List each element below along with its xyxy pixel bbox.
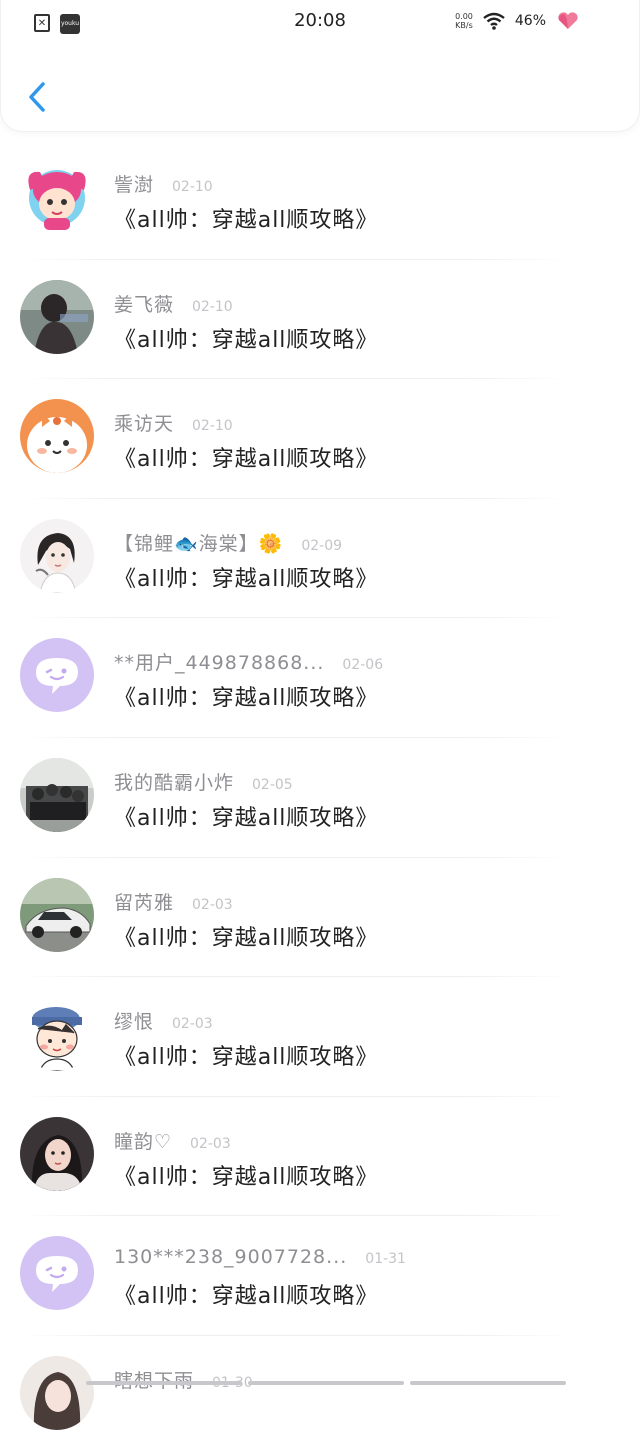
list-item-title[interactable]: 《all帅：穿越all顺攻略》 [114, 1039, 378, 1071]
list-item-date: 02-05 [252, 776, 293, 793]
avatar[interactable] [20, 757, 94, 832]
list-item-title[interactable]: 《all帅：穿越all顺攻略》 [114, 920, 378, 952]
list-item-name: 【锦鲤🐟海棠】🌼 [114, 532, 284, 555]
avatar[interactable] [20, 1116, 94, 1191]
list-item-date: 02-10 [192, 418, 233, 435]
avatar[interactable] [20, 997, 94, 1072]
list-item-date: 02-10 [172, 179, 213, 195]
avatar[interactable] [20, 399, 94, 474]
avatar[interactable] [20, 638, 94, 713]
list-item-date: 02-09 [301, 537, 343, 554]
list-item-title[interactable]: 《all帅：穿越all顺攻略》 [114, 1159, 378, 1191]
list-item[interactable]: 缪恨 02-03 《all帅：穿越all顺攻略》 [0, 977, 640, 1097]
list-item-title[interactable]: 《all帅：穿越all顺攻略》 [114, 1278, 378, 1310]
list-item-title[interactable]: 《all帅：穿越all顺攻略》 [114, 800, 378, 832]
list-item[interactable]: 乘访天 02-10 《all帅：穿越all顺攻略》 [0, 379, 640, 499]
chevron-left-icon [29, 82, 45, 112]
list-item-name: **用户_449878868... [114, 652, 325, 675]
avatar[interactable] [20, 1355, 94, 1430]
list-item-name: 姜飞薇 [114, 293, 175, 316]
list-item[interactable]: **用户_449878868... 02-06 《all帅：穿越all顺攻略》 [0, 618, 640, 738]
nav-header [0, 0, 640, 132]
list-item-date: 02-03 [190, 1135, 231, 1152]
avatar[interactable] [20, 518, 94, 593]
list-item-name: 缪恨 [114, 1011, 155, 1034]
list-item-title[interactable]: 《all帅：穿越all顺攻略》 [114, 202, 378, 234]
list-item-date: 02-03 [172, 1016, 213, 1033]
list-item-title[interactable]: 《all帅：穿越all顺攻略》 [114, 441, 378, 473]
list-item-name: 留芮雅 [114, 891, 175, 914]
list-item-title[interactable]: 《all帅：穿越all顺攻略》 [114, 680, 378, 712]
list-item[interactable]: 瞳韵♡ 02-03 《all帅：穿越all顺攻略》 [0, 1097, 640, 1217]
list-item[interactable]: 留芮雅 02-03 《all帅：穿越all顺攻略》 [0, 858, 640, 978]
list-item-name: 瞳韵♡ [114, 1130, 173, 1153]
list-item-name: 130***238_9007728... [114, 1246, 348, 1269]
list-item-date: 02-03 [192, 896, 233, 913]
avatar[interactable] [20, 279, 94, 354]
scroll-indicator [86, 1381, 566, 1385]
list-item[interactable]: 瞎想下雨 01-30 [0, 1336, 640, 1456]
reader-list: 訾澍 02-10 《all帅：穿越all顺攻略》 姜飞薇 02-10 《all帅… [0, 140, 640, 1456]
list-item-date: 02-06 [342, 657, 384, 674]
avatar[interactable] [20, 160, 94, 234]
list-item-name: 瞎想下雨 [114, 1366, 194, 1393]
list-item-date: 01-31 [365, 1251, 406, 1268]
list-item[interactable]: 【锦鲤🐟海棠】🌼 02-09 《all帅：穿越all顺攻略》 [0, 499, 640, 619]
list-item[interactable]: 訾澍 02-10 《all帅：穿越all顺攻略》 [0, 140, 640, 260]
avatar[interactable] [20, 877, 94, 952]
list-item-name: 乘访天 [114, 413, 175, 436]
list-item[interactable]: 姜飞薇 02-10 《all帅：穿越all顺攻略》 [0, 260, 640, 380]
list-item-name: 訾澍 [114, 174, 155, 196]
avatar[interactable] [20, 1236, 94, 1311]
list-item[interactable]: 130***238_9007728... 01-31 《all帅：穿越all顺攻… [0, 1216, 640, 1336]
list-item[interactable]: 我的酷霸小炸 02-05 《all帅：穿越all顺攻略》 [0, 738, 640, 858]
back-button[interactable] [21, 78, 55, 118]
list-item-title[interactable]: 《all帅：穿越all顺攻略》 [114, 561, 378, 593]
list-item-name: 我的酷霸小炸 [114, 771, 235, 794]
list-item-date: 02-10 [192, 298, 233, 315]
list-item-title[interactable]: 《all帅：穿越all顺攻略》 [114, 322, 378, 354]
